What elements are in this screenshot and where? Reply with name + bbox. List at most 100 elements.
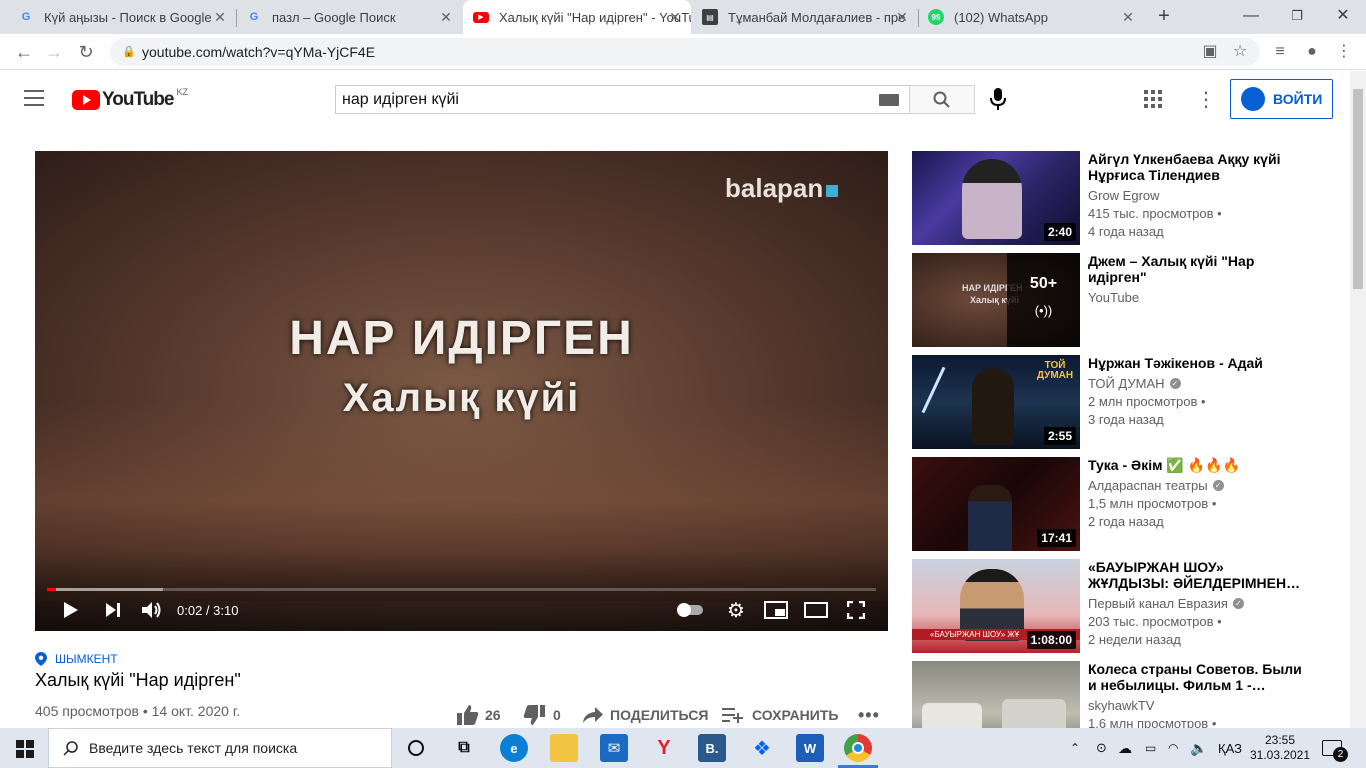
recommendation-title[interactable]: Айгүл Үлкенбаева Аққу күйі Нұрғиса Тілен… (1088, 151, 1303, 183)
restore-button[interactable]: ❐ (1274, 0, 1320, 34)
recommendation-title[interactable]: «БАУЫРЖАН ШОУ» ЖҰЛДЫЗЫ: ӘЙЕЛДЕРІМНЕН… (1088, 559, 1303, 591)
task-view-icon[interactable]: ⧉ (450, 734, 478, 762)
recommendation-title[interactable]: Колеса страны Советов. Были и небылицы. … (1088, 661, 1303, 693)
share-button[interactable]: ПОДЕЛИТЬСЯ (582, 704, 708, 726)
fullscreen-button[interactable] (843, 598, 869, 622)
search-button[interactable] (909, 85, 975, 114)
youtube-logo[interactable]: YouTube KZ (72, 87, 188, 111)
dislike-button[interactable]: 0 (522, 704, 561, 726)
input-language[interactable]: ҚАЗ (1218, 728, 1242, 768)
volume-icon[interactable]: 🔈 (1190, 728, 1207, 768)
clock[interactable]: 23:55 31.03.2021 (1250, 728, 1310, 768)
edge-browser-icon[interactable]: e (500, 734, 528, 762)
mix-thumbnail[interactable]: НАР ИДІРГЕН Халық күйі 50+ (•)) (912, 253, 1080, 347)
channel-name[interactable]: Алдараспан театры ✓ (1088, 478, 1224, 493)
volume-button[interactable] (139, 598, 165, 622)
bookmark-star-icon[interactable]: ☆ (1226, 38, 1254, 66)
keyboard-icon[interactable] (879, 94, 899, 106)
next-button[interactable] (101, 598, 125, 622)
recommendation-item[interactable]: «БАУЫРЖАН ШОУ» ЖҰ 1:08:00 «БАУЫРЖАН ШОУ»… (912, 559, 1352, 653)
close-icon[interactable]: ✕ (212, 9, 228, 25)
recommendation-mix[interactable]: НАР ИДІРГЕН Халық күйі 50+ (•)) Джем – Х… (912, 253, 1352, 347)
qr-code-icon[interactable]: ▣ (1196, 38, 1224, 66)
meet-now-icon[interactable]: ⊙ (1096, 728, 1107, 768)
like-button[interactable]: 26 (456, 704, 501, 726)
mail-icon[interactable]: ✉ (600, 734, 628, 762)
menu-kebab-icon[interactable]: ⋮ (1330, 38, 1358, 66)
view-count: 405 просмотров (35, 703, 139, 719)
settings-kebab-icon[interactable]: ⋮ (1196, 87, 1216, 112)
word-icon[interactable]: W (796, 734, 824, 762)
dropbox-icon[interactable]: ❖ (748, 734, 776, 762)
close-icon[interactable]: ✕ (667, 9, 683, 25)
cortana-icon[interactable] (402, 734, 430, 762)
views-text: 1,5 млн просмотров (1088, 496, 1209, 511)
microphone-icon[interactable] (988, 86, 1008, 117)
back-button[interactable]: ← (10, 38, 38, 66)
channel-name[interactable]: YouTube (1088, 290, 1139, 305)
chrome-icon[interactable] (844, 734, 872, 762)
video-thumbnail[interactable]: 2:40 (912, 151, 1080, 245)
address-bar[interactable]: 🔒 youtube.com/watch?v=qYMa-YjCF4E (110, 38, 1260, 66)
file-explorer-icon[interactable] (550, 734, 578, 762)
channel-name[interactable]: Grow Egrow (1088, 188, 1160, 203)
more-actions-icon[interactable]: ••• (858, 704, 880, 726)
new-tab-button[interactable]: + (1146, 0, 1182, 34)
hamburger-menu-icon[interactable] (24, 90, 44, 106)
channel-name[interactable]: skyhawkTV (1088, 698, 1154, 713)
search-input[interactable]: нар идірген күйі (335, 85, 909, 114)
close-window-button[interactable]: ✕ (1320, 0, 1366, 34)
tab-document[interactable]: ▤ Тұманбай Молдағалиев - пре ✕ (692, 0, 918, 34)
taskbar-search-box[interactable]: Введите здесь текст для поиска (48, 728, 392, 768)
recommendation-item[interactable]: Колеса страны Советов. Были и небылицы. … (912, 661, 1352, 728)
yandex-browser-icon[interactable]: Y (650, 734, 678, 762)
tab-youtube[interactable]: ▶ Халық күйі "Нар идірген" - YouTube ✕ (463, 0, 691, 34)
reading-list-icon[interactable]: ≡ (1266, 38, 1294, 66)
close-icon[interactable]: ✕ (894, 9, 910, 25)
sign-in-button[interactable]: ВОЙТИ (1230, 79, 1333, 119)
reload-button[interactable]: ↻ (72, 38, 100, 66)
recommendation-item[interactable]: 2:40 Айгүл Үлкенбаева Аққу күйі Нұрғиса … (912, 151, 1352, 245)
channel-name[interactable]: ТОЙ ДУМАН ✓ (1088, 376, 1181, 391)
save-button[interactable]: СОХРАНИТЬ (722, 704, 838, 726)
onedrive-icon[interactable]: ☁ (1118, 728, 1132, 768)
tab-google-search-1[interactable]: G Күй аңызы - Поиск в Google ✕ (8, 0, 236, 34)
video-thumbnail[interactable]: 17:41 (912, 457, 1080, 551)
location-tag[interactable]: ШЫМКЕНТ (35, 652, 118, 666)
recommendation-title[interactable]: Тука - Әкім ✅ 🔥🔥🔥 (1088, 457, 1303, 473)
close-icon[interactable]: ✕ (1120, 9, 1136, 25)
forward-button[interactable]: → (40, 38, 68, 66)
taskbar-search-placeholder: Введите здесь текст для поиска (89, 740, 298, 756)
settings-gear-icon[interactable]: ⚙ (723, 598, 749, 622)
vk-app-icon[interactable]: B. (698, 734, 726, 762)
tab-google-search-2[interactable]: G пазл – Google Поиск ✕ (236, 0, 462, 34)
watermark-text: balapan (725, 173, 824, 203)
tab-whatsapp[interactable]: 99 (102) WhatsApp ✕ (918, 0, 1144, 34)
notification-center-icon[interactable]: 2 (1322, 728, 1348, 768)
apps-grid-icon[interactable] (1144, 90, 1162, 108)
windows-start-icon[interactable] (16, 740, 34, 763)
page-scrollbar[interactable] (1350, 71, 1366, 728)
miniplayer-button[interactable] (763, 598, 789, 622)
scrollbar-thumb[interactable] (1353, 89, 1363, 289)
video-thumbnail[interactable]: ТОЙ ДУМАН 2:55 (912, 355, 1080, 449)
video-thumbnail[interactable]: «БАУЫРЖАН ШОУ» ЖҰ 1:08:00 (912, 559, 1080, 653)
channel-name[interactable]: Первый канал Евразия ✓ (1088, 596, 1244, 611)
autoplay-toggle[interactable] (675, 598, 705, 622)
tray-overflow-icon[interactable]: ⌃ (1070, 728, 1080, 768)
video-thumbnail[interactable] (912, 661, 1080, 728)
recommendation-item[interactable]: ТОЙ ДУМАН 2:55 Нұржан Тәжікенов - Адай Т… (912, 355, 1352, 449)
progress-bar[interactable] (47, 588, 876, 591)
close-icon[interactable]: ✕ (438, 9, 454, 25)
recommendation-title[interactable]: Джем – Халық күйі "Нар идірген" (1088, 253, 1303, 285)
theater-mode-button[interactable] (803, 598, 829, 622)
video-player[interactable]: balapan НАР ИДІРГЕН Халық күйі 0:02 / 3:… (35, 151, 888, 631)
recommendation-item[interactable]: 17:41 Тука - Әкім ✅ 🔥🔥🔥 Алдараспан театр… (912, 457, 1352, 551)
profile-icon[interactable]: ● (1298, 38, 1326, 66)
battery-icon[interactable]: ▭ (1145, 728, 1156, 768)
play-button[interactable] (59, 598, 83, 622)
wifi-icon[interactable]: ◠ (1168, 728, 1178, 768)
recommendation-title[interactable]: Нұржан Тәжікенов - Адай (1088, 355, 1303, 371)
view-count: 1,6 млн просмотров • (1088, 716, 1216, 728)
minimize-button[interactable]: — (1228, 0, 1274, 34)
